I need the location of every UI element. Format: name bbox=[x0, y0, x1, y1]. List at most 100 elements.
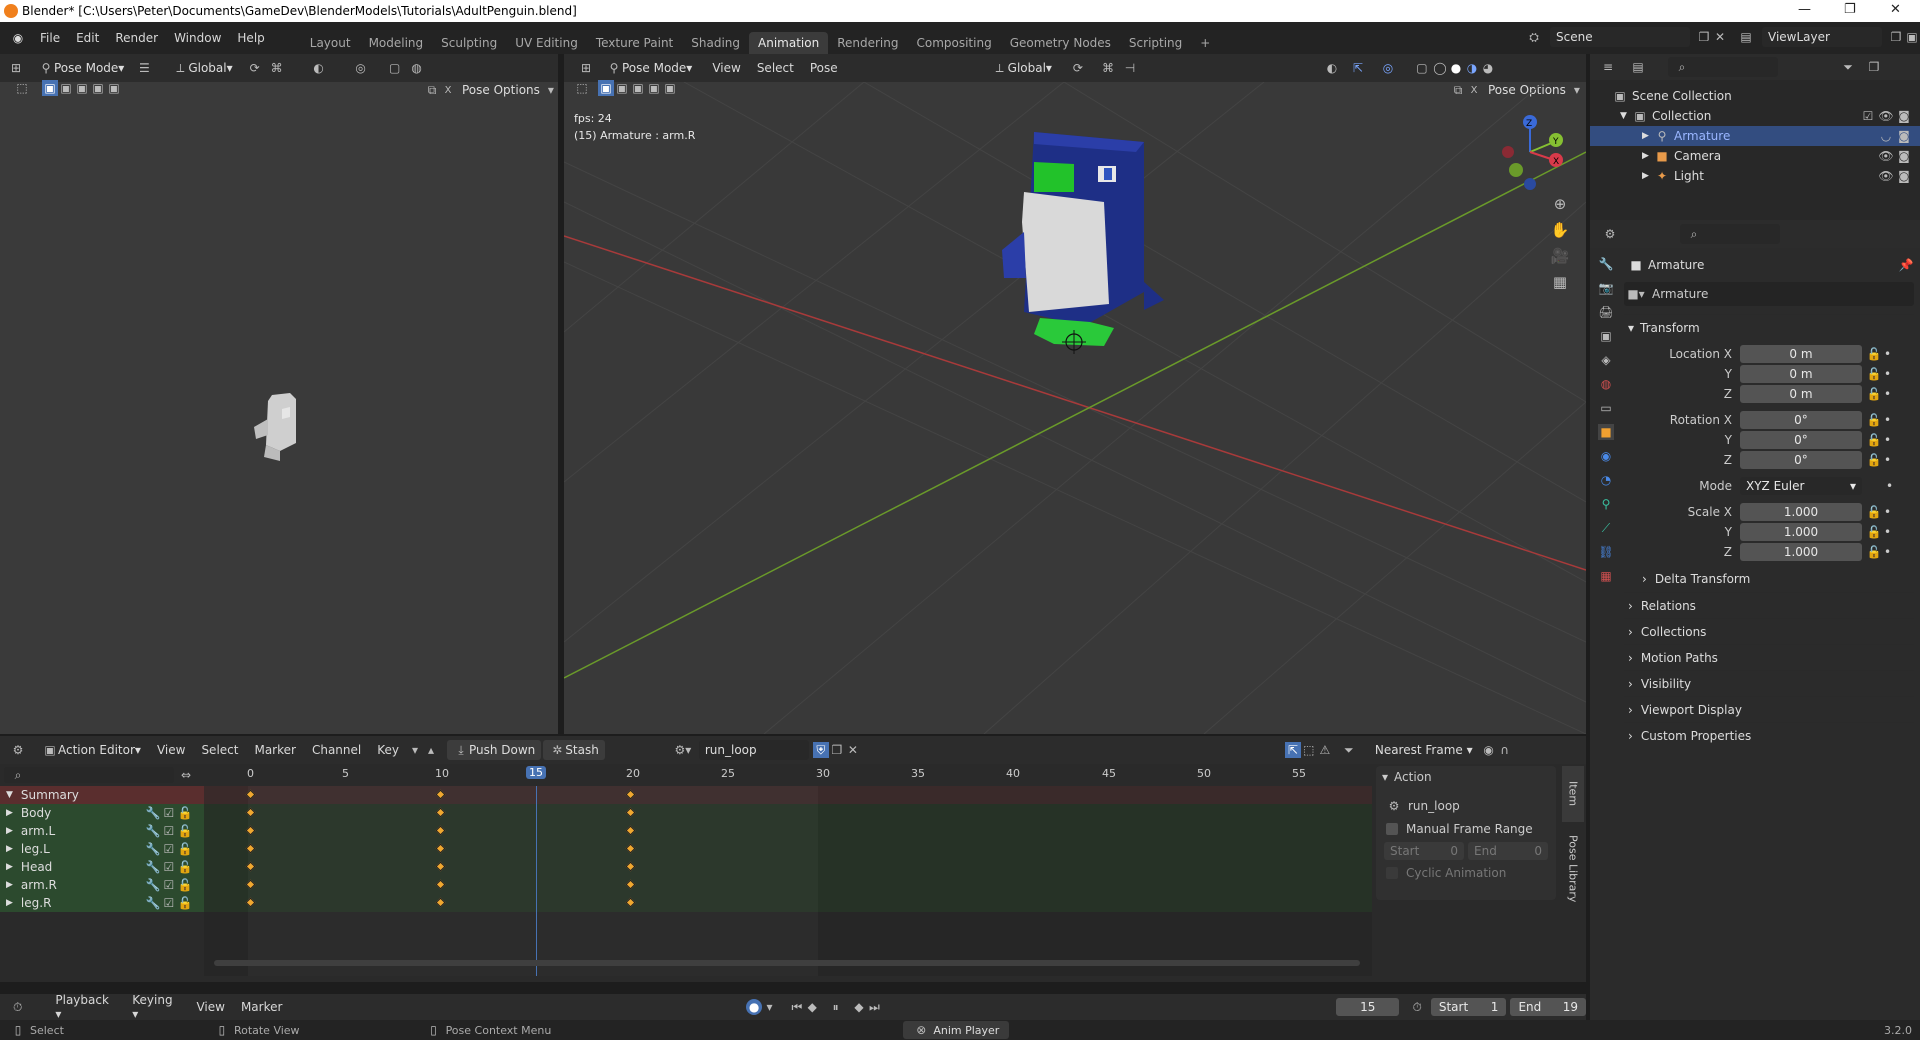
channel-leg-r[interactable]: ▶ leg.R 🔧 ☑ 🔓 bbox=[0, 894, 204, 912]
texture-tab-icon[interactable]: ▦ bbox=[1598, 568, 1614, 584]
xray-icon[interactable]: ▢ bbox=[1414, 60, 1430, 76]
scene-field[interactable]: Scene bbox=[1550, 27, 1690, 47]
output-tab-icon[interactable]: 🖨 bbox=[1598, 304, 1614, 320]
prev-keyframe-icon[interactable]: ◆ bbox=[805, 999, 820, 1015]
visibility-icon[interactable]: ◐ bbox=[311, 60, 327, 76]
wrench-icon[interactable]: 🔧 bbox=[145, 823, 161, 839]
editor-type-icon[interactable]: ⚙ bbox=[1602, 226, 1618, 242]
view-layer-tab-icon[interactable]: ▣ bbox=[1598, 328, 1614, 344]
modifier-tab-icon[interactable]: ◉ bbox=[1598, 448, 1614, 464]
checkbox-icon[interactable]: ☑ bbox=[161, 877, 177, 893]
object-datablock-field[interactable]: ■▾ Armature bbox=[1624, 282, 1914, 306]
select-tool-icon[interactable]: ⬚ bbox=[14, 80, 30, 96]
main-orientation-select[interactable]: ⟂ Global ▾ bbox=[986, 58, 1058, 78]
clock-icon[interactable]: ⏱ bbox=[1409, 999, 1424, 1015]
pause-icon[interactable]: ⏸ bbox=[828, 999, 843, 1015]
action-name-field[interactable]: run_loop bbox=[698, 740, 809, 760]
falloff-icon[interactable]: ∩ bbox=[1497, 742, 1513, 758]
menu-help[interactable]: Help bbox=[229, 31, 272, 45]
keyframe-dot[interactable]: • bbox=[1884, 525, 1891, 539]
current-frame-indicator[interactable]: 15 bbox=[526, 766, 546, 779]
auto-keying-icon[interactable]: ● bbox=[746, 999, 762, 1015]
select-intersect-icon[interactable]: ▣ bbox=[106, 80, 122, 96]
motion-paths-panel[interactable]: › Motion Paths bbox=[1624, 644, 1914, 670]
tab-pose-library[interactable]: Pose Library bbox=[1562, 826, 1584, 912]
rotation-z-field[interactable]: 0° bbox=[1740, 451, 1862, 469]
xray-icon[interactable]: ▢ bbox=[387, 60, 403, 76]
tab-geometry-nodes[interactable]: Geometry Nodes bbox=[1001, 32, 1120, 54]
layer-down-icon[interactable]: ▾ bbox=[407, 742, 423, 758]
select-subtract-icon[interactable]: ▣ bbox=[74, 80, 90, 96]
location-z-field[interactable]: 0 m bbox=[1740, 385, 1862, 403]
keyframe-dot[interactable]: • bbox=[1884, 545, 1891, 559]
gizmo-icon[interactable]: ⇱ bbox=[1350, 60, 1366, 76]
action-name-row[interactable]: ⚙ run_loop bbox=[1376, 794, 1556, 818]
new-scene-icon[interactable]: ❐ bbox=[1696, 29, 1712, 45]
anim-player-button[interactable]: ⊗ Anim Player bbox=[903, 1021, 1010, 1039]
ae-menu-marker[interactable]: Marker bbox=[246, 743, 303, 757]
tl-menu-keying[interactable]: Keying ▾ bbox=[124, 993, 188, 1021]
keyframe-dot[interactable]: • bbox=[1884, 413, 1891, 427]
keyframe-dot[interactable]: • bbox=[1886, 479, 1893, 493]
solid-shading-icon[interactable]: ● bbox=[1448, 60, 1464, 76]
ae-menu-key[interactable]: Key bbox=[369, 743, 407, 757]
delta-transform-panel[interactable]: › Delta Transform bbox=[1624, 566, 1914, 592]
bone-tab-icon[interactable]: ⟋ bbox=[1598, 520, 1614, 536]
ae-menu-view[interactable]: View bbox=[149, 743, 193, 757]
duplicate-action-icon[interactable]: ❐ bbox=[829, 742, 845, 758]
navigation-gizmo[interactable]: Z Y X bbox=[1494, 114, 1564, 194]
lock-icon[interactable]: 🔓 bbox=[1866, 452, 1882, 468]
overlay-icon[interactable]: ◎ bbox=[1380, 60, 1396, 76]
checkbox-icon[interactable]: ☑ bbox=[161, 841, 177, 857]
viewport-display-panel[interactable]: › Viewport Display bbox=[1624, 696, 1914, 722]
camera-render-icon[interactable]: ◙ bbox=[1896, 108, 1912, 124]
menu-edit[interactable]: Edit bbox=[68, 31, 107, 45]
main-mode-select[interactable]: ⚲ Pose Mode ▾ bbox=[600, 58, 698, 78]
cyclic-animation-row[interactable]: Cyclic Animation bbox=[1376, 862, 1556, 884]
checkbox-icon[interactable]: ☑ bbox=[161, 823, 177, 839]
jump-end-icon[interactable]: ⏭ bbox=[867, 999, 882, 1015]
zoom-icon[interactable]: ⊕ bbox=[1552, 195, 1568, 213]
frame-ruler[interactable]: 0 5 10 15 20 25 30 35 40 45 50 55 bbox=[204, 764, 1372, 784]
vp-menu-pose[interactable]: Pose bbox=[802, 61, 846, 75]
scale-x-field[interactable]: 1.000 bbox=[1740, 503, 1862, 521]
outliner-scene-collection[interactable]: ▣ Scene Collection bbox=[1612, 86, 1920, 106]
jump-start-icon[interactable]: ⏮ bbox=[789, 999, 804, 1015]
relations-panel[interactable]: › Relations bbox=[1624, 592, 1914, 618]
collection-tab-icon[interactable]: ▭ bbox=[1598, 400, 1614, 416]
tab-sculpting[interactable]: Sculpting bbox=[432, 32, 506, 54]
wrench-icon[interactable]: 🔧 bbox=[145, 877, 161, 893]
channel-leg-l[interactable]: ▶ leg.L 🔧 ☑ 🔓 bbox=[0, 840, 204, 858]
select-invert-icon[interactable]: ▣ bbox=[90, 80, 106, 96]
checkbox-icon[interactable]: ☑ bbox=[161, 895, 177, 911]
wrench-icon[interactable]: 🔧 bbox=[145, 895, 161, 911]
tab-compositing[interactable]: Compositing bbox=[907, 32, 1000, 54]
vp-menu-select[interactable]: Select bbox=[749, 61, 802, 75]
current-frame-field[interactable]: 15 bbox=[1336, 998, 1400, 1016]
lock-icon[interactable]: 🔓 bbox=[177, 877, 193, 893]
tl-menu-view[interactable]: View bbox=[188, 1000, 232, 1014]
new-viewlayer-icon[interactable]: ❐ bbox=[1888, 29, 1904, 45]
pan-hand-icon[interactable]: ✋ bbox=[1551, 221, 1570, 239]
eye-icon[interactable]: 👁 bbox=[1878, 148, 1894, 164]
wrench-icon[interactable]: 🔧 bbox=[145, 805, 161, 821]
menu-window[interactable]: Window bbox=[166, 31, 229, 45]
keyframe-dot[interactable]: • bbox=[1884, 453, 1891, 467]
overlay-icon[interactable]: ◎ bbox=[353, 60, 369, 76]
visibility-icon[interactable]: ◐ bbox=[1324, 60, 1340, 76]
scale-z-field[interactable]: 1.000 bbox=[1740, 543, 1862, 561]
pivot-icon[interactable]: ⟳ bbox=[247, 60, 263, 76]
collections-panel[interactable]: › Collections bbox=[1624, 618, 1914, 644]
viewlayer-icon[interactable]: ▤ bbox=[1738, 29, 1754, 45]
snap-icon[interactable]: ⌘ bbox=[1100, 60, 1116, 76]
lock-icon[interactable]: 🔓 bbox=[1866, 524, 1882, 540]
layer-up-icon[interactable]: ▴ bbox=[423, 742, 439, 758]
lock-icon[interactable]: 🔓 bbox=[1866, 366, 1882, 382]
add-workspace-button[interactable]: + bbox=[1191, 32, 1219, 54]
rotation-x-field[interactable]: 0° bbox=[1740, 411, 1862, 429]
tab-modeling[interactable]: Modeling bbox=[360, 32, 433, 54]
fake-user-icon[interactable]: ⛨ bbox=[812, 742, 829, 758]
keyframe-dot[interactable]: • bbox=[1884, 367, 1891, 381]
outliner-collection[interactable]: ▼ ▣ Collection ☑ 👁 ◙ bbox=[1612, 106, 1920, 126]
unlink-action-icon[interactable]: ✕ bbox=[845, 742, 861, 758]
